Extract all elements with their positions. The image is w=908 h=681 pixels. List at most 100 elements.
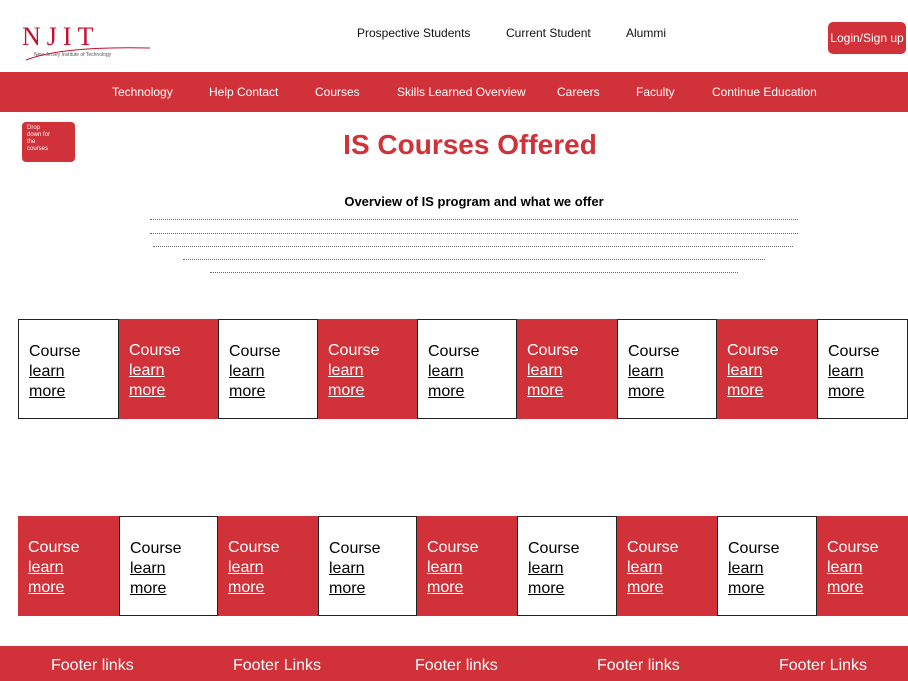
- learn-more-link-line: more: [28, 579, 65, 596]
- top-link-alumni[interactable]: Alummi: [626, 26, 666, 40]
- course-card[interactable]: Course learn more: [717, 319, 817, 419]
- learn-more-link-line: more: [228, 579, 265, 596]
- footer-link[interactable]: Footer Links: [233, 646, 321, 681]
- course-card[interactable]: Course learn more: [417, 319, 517, 419]
- learn-more-link-line: learn: [627, 559, 663, 576]
- course-card[interactable]: Course learn more: [318, 319, 417, 419]
- placeholder-line: [150, 233, 798, 235]
- course-title: Course: [427, 539, 479, 556]
- course-title: Course: [328, 342, 380, 359]
- footer-link[interactable]: Footer links: [597, 646, 680, 681]
- learn-more-link[interactable]: learn more: [727, 361, 817, 401]
- placeholder-line: [153, 246, 793, 248]
- learn-more-link[interactable]: learn more: [229, 362, 317, 402]
- placeholder-line: [150, 219, 798, 221]
- learn-more-link[interactable]: learn more: [228, 558, 318, 598]
- nav-item-continue-education[interactable]: Continue Education: [712, 72, 817, 112]
- learn-more-link-line: more: [527, 382, 564, 399]
- nav-item-careers[interactable]: Careers: [557, 72, 600, 112]
- nav-item-skills-learned-overview[interactable]: Skills Learned Overview: [397, 72, 526, 112]
- learn-more-link-line: learn: [628, 363, 664, 380]
- course-card[interactable]: Course learn more: [318, 516, 417, 616]
- course-card[interactable]: Course learn more: [218, 319, 318, 419]
- login-signup-button[interactable]: Login/Sign up: [828, 22, 906, 54]
- placeholder-line: [210, 272, 738, 274]
- learn-more-link-line: more: [728, 580, 765, 597]
- learn-more-link-line: learn: [528, 560, 564, 577]
- nav-item-courses[interactable]: Courses: [315, 72, 360, 112]
- placeholder-line: [183, 259, 765, 261]
- top-link-prospective-students[interactable]: Prospective Students: [357, 26, 470, 40]
- learn-more-link-line: more: [427, 579, 464, 596]
- course-card[interactable]: Course learn more: [119, 516, 218, 616]
- learn-more-link-line: learn: [130, 560, 166, 577]
- course-card[interactable]: Course learn more: [119, 319, 218, 419]
- course-card[interactable]: Course learn more: [717, 516, 817, 616]
- nav-item-faculty[interactable]: Faculty: [636, 72, 675, 112]
- course-title: Course: [428, 343, 480, 360]
- overview-heading: Overview of IS program and what we offer: [344, 194, 604, 209]
- learn-more-link[interactable]: learn more: [129, 361, 218, 401]
- learn-more-link[interactable]: learn more: [328, 361, 417, 401]
- course-card[interactable]: Course learn more: [517, 516, 617, 616]
- learn-more-link[interactable]: learn more: [627, 558, 717, 598]
- course-row-1: Course learn more Course learn more Course…: [18, 319, 908, 419]
- learn-more-link[interactable]: learn more: [29, 362, 118, 402]
- course-title: Course: [28, 539, 80, 556]
- nav-item-technology[interactable]: Technology: [112, 72, 173, 112]
- learn-more-link-line: learn: [328, 362, 364, 379]
- learn-more-link[interactable]: learn more: [828, 362, 907, 402]
- course-row-2: Course learn more Course learn more Course…: [18, 516, 908, 616]
- course-title: Course: [329, 540, 381, 557]
- course-card[interactable]: Course learn more: [517, 319, 617, 419]
- course-card[interactable]: Course learn more: [218, 516, 318, 616]
- main-nav: Technology Help Contact Courses Skills L…: [0, 72, 908, 112]
- learn-more-link[interactable]: learn more: [427, 558, 517, 598]
- learn-more-link-line: more: [229, 383, 266, 400]
- course-card[interactable]: Course learn more: [18, 319, 119, 419]
- nav-item-help-contact[interactable]: Help Contact: [209, 72, 278, 112]
- top-link-current-student[interactable]: Current Student: [506, 26, 591, 40]
- footer-link[interactable]: Footer links: [415, 646, 498, 681]
- learn-more-link[interactable]: learn more: [130, 559, 217, 599]
- course-card[interactable]: Course learn more: [18, 516, 119, 616]
- learn-more-link[interactable]: learn more: [528, 559, 616, 599]
- learn-more-link-line: learn: [827, 559, 863, 576]
- learn-more-link[interactable]: learn more: [527, 361, 617, 401]
- course-title: Course: [827, 539, 879, 556]
- learn-more-link-line: more: [29, 383, 66, 400]
- learn-more-link[interactable]: learn more: [628, 362, 716, 402]
- learn-more-link-line: learn: [229, 363, 265, 380]
- learn-more-link-line: learn: [427, 559, 463, 576]
- learn-more-link-line: more: [428, 383, 465, 400]
- learn-more-link[interactable]: learn more: [329, 559, 416, 599]
- learn-more-link[interactable]: learn more: [827, 558, 908, 598]
- course-card[interactable]: Course learn more: [617, 516, 717, 616]
- course-title: Course: [728, 540, 780, 557]
- course-card[interactable]: Course learn more: [617, 319, 717, 419]
- top-links: Prospective Students Current Student Alu…: [0, 26, 908, 42]
- course-title: Course: [129, 342, 181, 359]
- course-title: Course: [628, 343, 680, 360]
- course-card[interactable]: Course learn more: [817, 319, 908, 419]
- course-title: Course: [228, 539, 280, 556]
- footer: Footer links Footer Links Footer links F…: [0, 646, 908, 681]
- page-title: IS Courses Offered: [343, 129, 597, 160]
- learn-more-link-line: more: [329, 580, 366, 597]
- learn-more-link-line: learn: [727, 362, 763, 379]
- course-title: Course: [727, 342, 779, 359]
- footer-link[interactable]: Footer links: [51, 646, 134, 681]
- learn-more-link-line: more: [130, 580, 167, 597]
- course-card[interactable]: Course learn more: [817, 516, 908, 616]
- course-title: Course: [29, 343, 81, 360]
- learn-more-link-line: learn: [129, 362, 165, 379]
- course-title: Course: [627, 539, 679, 556]
- learn-more-link[interactable]: learn more: [728, 559, 816, 599]
- learn-more-link[interactable]: learn more: [428, 362, 516, 402]
- learn-more-link[interactable]: learn more: [28, 558, 119, 598]
- learn-more-link-line: more: [627, 579, 664, 596]
- learn-more-link-line: more: [727, 382, 764, 399]
- learn-more-link-line: more: [528, 580, 565, 597]
- course-card[interactable]: Course learn more: [417, 516, 517, 616]
- footer-link[interactable]: Footer Links: [779, 646, 867, 681]
